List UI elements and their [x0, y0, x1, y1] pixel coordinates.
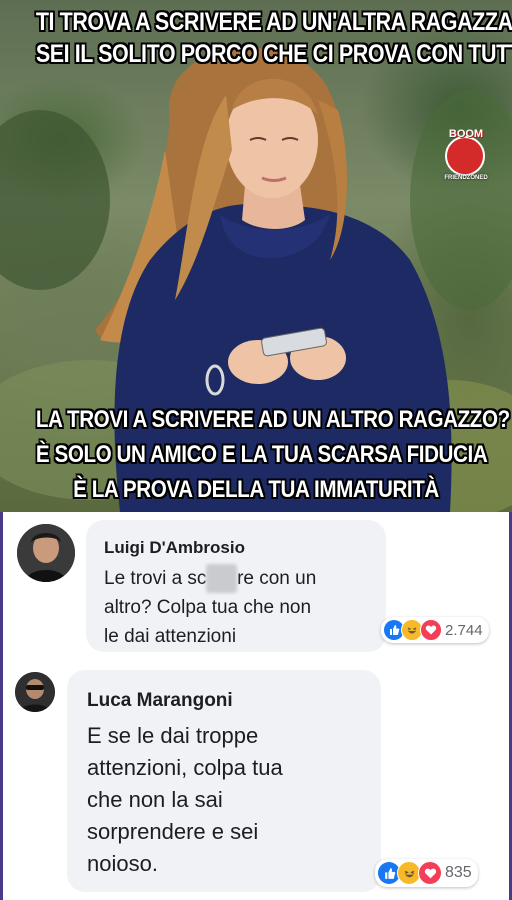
boom-logo: BOOM FRIENDZONED [442, 128, 490, 186]
top-caption: TI TROVA A SCRIVERE AD UN'ALTRA RAGAZZA?… [35, 6, 512, 70]
love-icon [418, 861, 442, 885]
logo-subtitle: FRIENDZONED [444, 175, 488, 181]
bottom-caption-line: È LA PROVA DELLA TUA IMMATURITÀ [73, 476, 439, 503]
comment-author[interactable]: Luigi D'Ambrosio [104, 538, 245, 558]
comment-text-line: che non la sai [87, 787, 223, 812]
comment-text-line: E se le dai troppe [87, 723, 259, 748]
avatar[interactable] [15, 672, 55, 712]
avatar-photo [17, 524, 75, 582]
comment-text-line: altro? Colpa tua che non [104, 597, 312, 618]
bottom-caption: LA TROVI A SCRIVERE AD UN ALTRO RAGAZZO?… [35, 402, 510, 507]
bottom-caption-line: LA TROVI A SCRIVERE AD UN ALTRO RAGAZZO? [35, 406, 510, 433]
comment-text-line: Le trovi a scrivere con un [104, 564, 316, 593]
comment-text-fragment: Le trovi a sc [104, 568, 207, 589]
comment: Luca Marangoni E se le dai troppe attenz… [3, 662, 509, 900]
logo-word: BOOM [448, 128, 484, 140]
comment-text-line: attenzioni, colpa tua [87, 755, 283, 780]
comment-text-line: noioso. [87, 851, 158, 876]
comment-text-line: le dai attenzioni [104, 626, 237, 647]
comment-text-line: sorprendere e sei [87, 819, 259, 844]
comment-text: E se le dai troppe attenzioni, colpa tua… [87, 720, 283, 880]
bottom-caption-line: È SOLO UN AMICO E LA TUA SCARSA FIDUCIA [35, 441, 488, 468]
top-caption-line: TI TROVA A SCRIVERE AD UN'ALTRA RAGAZZA? [35, 8, 512, 36]
comment-bubble: Luca Marangoni E se le dai troppe attenz… [67, 670, 381, 892]
meme-image: TI TROVA A SCRIVERE AD UN'ALTRA RAGAZZA?… [0, 0, 512, 512]
logo-badge-icon [445, 136, 485, 176]
love-icon [420, 619, 442, 641]
reaction-count: 835 [445, 864, 472, 881]
reactions-summary[interactable]: 2.744 [381, 617, 489, 643]
comment: Luigi D'Ambrosio Le trovi a scrivere con… [3, 512, 509, 662]
avatar-photo [15, 672, 55, 712]
reactions-summary[interactable]: 835 [375, 859, 478, 887]
comment-author[interactable]: Luca Marangoni [87, 690, 233, 712]
censored-text: rive [206, 564, 238, 593]
comment-text-fragment: re con un [237, 568, 317, 589]
comments-section: Luigi D'Ambrosio Le trovi a scrivere con… [0, 512, 512, 900]
reaction-count: 2.744 [445, 621, 483, 639]
comment-bubble: Luigi D'Ambrosio Le trovi a scrivere con… [86, 520, 386, 652]
top-caption-line: SEI IL SOLITO PORCO CHE CI PROVA CON TUT… [35, 40, 512, 68]
avatar[interactable] [17, 524, 75, 582]
comment-text: Le trovi a scrivere con un altro? Colpa … [104, 564, 316, 651]
